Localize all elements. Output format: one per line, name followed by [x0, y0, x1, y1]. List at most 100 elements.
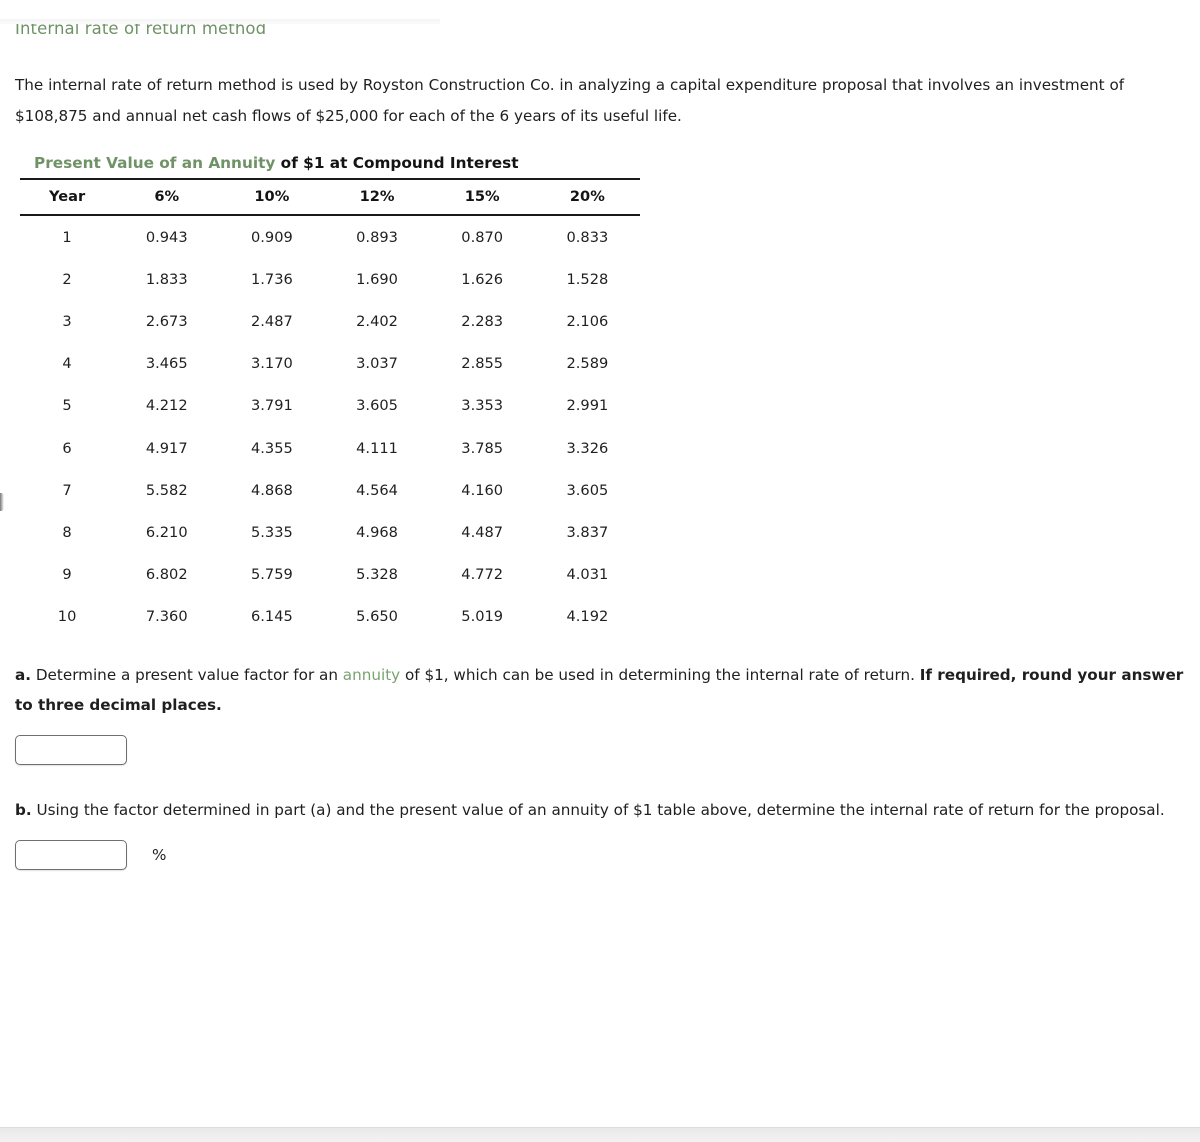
bottom-page-band — [0, 1127, 1200, 1142]
cell-10pct: 3.170 — [250, 355, 293, 373]
cell-year: 4 — [62, 355, 72, 373]
table-row: 4 3.465 3.170 3.037 2.855 2.589 — [20, 343, 640, 385]
cell-year: 7 — [62, 481, 72, 499]
cell-10pct: 3.791 — [250, 397, 293, 415]
cell-year: 2 — [62, 270, 72, 288]
column-header-12pct: 12% — [324, 178, 430, 216]
table-caption: Present Value of an Annuity of $1 at Com… — [20, 152, 640, 174]
cell-year: 8 — [62, 523, 72, 541]
cell-year: 5 — [62, 397, 72, 415]
cell-15pct: 4.772 — [461, 566, 504, 584]
problem-statement: The internal rate of return method is us… — [15, 76, 1125, 125]
present-value-table-wrapper: Present Value of an Annuity of $1 at Com… — [20, 152, 640, 638]
table-row: 3 2.673 2.487 2.402 2.283 2.106 — [20, 300, 640, 342]
cell-10pct: 4.355 — [250, 439, 293, 457]
cell-6pct: 1.833 — [145, 270, 188, 288]
cell-year: 1 — [62, 228, 72, 246]
cell-6pct: 4.212 — [145, 397, 188, 415]
table-body: 1 0.943 0.909 0.893 0.870 0.833 2 1.833 … — [20, 215, 640, 638]
cell-15pct: 4.487 — [461, 523, 504, 541]
cell-6pct: 5.582 — [145, 481, 188, 499]
top-chrome-band — [0, 19, 440, 24]
question-a: a. Determine a present value factor for … — [15, 660, 1186, 720]
cell-12pct: 0.893 — [356, 228, 398, 246]
cell-10pct: 0.909 — [250, 228, 293, 246]
cell-year: 6 — [62, 439, 72, 457]
cell-12pct: 2.402 — [356, 312, 398, 330]
cell-20pct: 2.991 — [566, 397, 609, 415]
table-caption-rest: of $1 at Compound Interest — [275, 154, 519, 172]
question-b-text: Using the factor determined in part (a) … — [31, 800, 1165, 819]
table-row: 6 4.917 4.355 4.111 3.785 3.326 — [20, 427, 640, 469]
question-b-label: b. — [15, 800, 32, 819]
column-header-year: Year — [20, 178, 115, 216]
table-row: 8 6.210 5.335 4.968 4.487 3.837 — [20, 511, 640, 553]
cell-12pct: 5.650 — [356, 608, 398, 626]
cell-15pct: 0.870 — [461, 228, 504, 246]
cell-10pct: 6.145 — [250, 608, 293, 626]
cell-15pct: 4.160 — [461, 481, 504, 499]
column-header-15pct: 15% — [429, 178, 535, 216]
question-a-text-2: of $1, which can be used in determining … — [400, 665, 920, 684]
cell-20pct: 0.833 — [566, 228, 609, 246]
table-row: 5 4.212 3.791 3.605 3.353 2.991 — [20, 385, 640, 427]
cell-6pct: 4.917 — [145, 439, 188, 457]
cell-12pct: 1.690 — [356, 270, 398, 288]
percent-unit-label: % — [152, 845, 167, 864]
cell-15pct: 2.283 — [461, 312, 504, 330]
column-header-20pct: 20% — [534, 178, 640, 216]
column-header-6pct: 6% — [114, 178, 220, 216]
cell-12pct: 4.111 — [356, 439, 398, 457]
cell-year: 9 — [62, 566, 72, 584]
cell-15pct: 2.855 — [461, 355, 504, 373]
cell-6pct: 2.673 — [145, 312, 188, 330]
cell-20pct: 1.528 — [566, 270, 609, 288]
cell-20pct: 3.837 — [566, 523, 609, 541]
column-header-10pct: 10% — [219, 178, 325, 216]
table-row: 2 1.833 1.736 1.690 1.626 1.528 — [20, 258, 640, 300]
table-header-row: Year 6% 10% 12% 15% 20% — [20, 178, 640, 216]
answer-row-b: % — [15, 839, 1186, 870]
question-b: b. Using the factor determined in part (… — [15, 795, 1186, 825]
cell-10pct: 5.335 — [250, 523, 293, 541]
question-a-text-1: Determine a present value factor for an — [31, 665, 343, 684]
cell-20pct: 2.589 — [566, 355, 609, 373]
cell-20pct: 3.326 — [566, 439, 609, 457]
table-row: 10 7.360 6.145 5.650 5.019 4.192 — [20, 596, 640, 638]
cell-6pct: 0.943 — [145, 228, 188, 246]
cell-6pct: 6.802 — [145, 566, 188, 584]
cell-12pct: 4.968 — [356, 523, 398, 541]
cell-12pct: 5.328 — [356, 566, 398, 584]
table-row: 9 6.802 5.759 5.328 4.772 4.031 — [20, 554, 640, 596]
present-value-annuity-table: Year 6% 10% 12% 15% 20% 1 0.943 0.909 0.… — [20, 178, 640, 638]
page-root: Internal rate of return method The inter… — [0, 19, 1200, 1142]
cell-20pct: 3.605 — [566, 481, 609, 499]
table-caption-highlight: Present Value of an Annuity — [34, 154, 276, 172]
annuity-glossary-link[interactable]: annuity — [343, 666, 400, 684]
table-row: 1 0.943 0.909 0.893 0.870 0.833 — [20, 215, 640, 258]
answer-input-a[interactable] — [15, 734, 127, 765]
question-a-label: a. — [15, 665, 32, 684]
cell-15pct: 5.019 — [461, 608, 504, 626]
cell-12pct: 3.037 — [356, 355, 398, 373]
table-row: 7 5.582 4.868 4.564 4.160 3.605 — [20, 469, 640, 511]
cell-10pct: 1.736 — [250, 270, 293, 288]
cell-20pct: 4.192 — [566, 608, 609, 626]
left-scroll-artifact[interactable] — [0, 493, 4, 511]
cell-15pct: 1.626 — [461, 270, 504, 288]
cell-15pct: 3.785 — [461, 439, 504, 457]
cell-10pct: 2.487 — [250, 312, 293, 330]
cell-6pct: 7.360 — [145, 608, 188, 626]
cell-6pct: 3.465 — [145, 355, 188, 373]
answer-row-a — [15, 734, 1186, 765]
cell-10pct: 5.759 — [250, 566, 293, 584]
cell-12pct: 3.605 — [356, 397, 398, 415]
cell-6pct: 6.210 — [145, 523, 188, 541]
cell-year: 10 — [57, 608, 77, 626]
answer-input-b[interactable] — [15, 839, 127, 870]
cell-20pct: 2.106 — [566, 312, 609, 330]
cell-15pct: 3.353 — [461, 397, 504, 415]
cell-20pct: 4.031 — [566, 566, 609, 584]
cell-10pct: 4.868 — [250, 481, 293, 499]
cell-year: 3 — [62, 312, 72, 330]
